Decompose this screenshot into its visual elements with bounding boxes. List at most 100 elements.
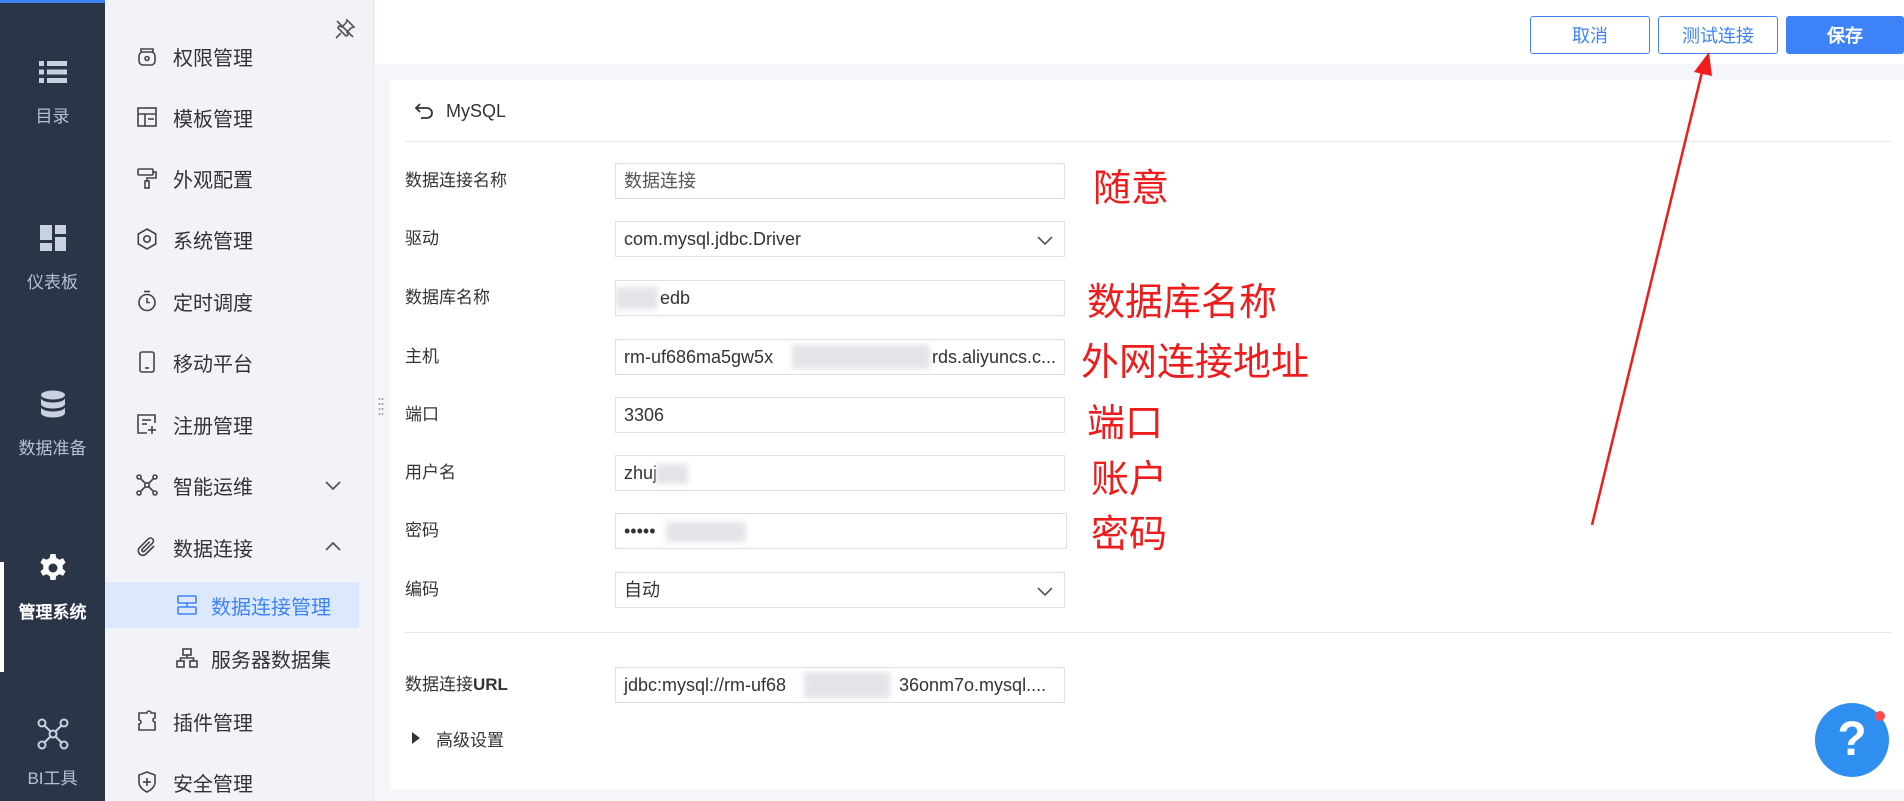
redaction-blur: [666, 522, 746, 542]
help-button[interactable]: ?: [1815, 703, 1889, 777]
menu-item-security[interactable]: 安全管理: [105, 759, 374, 801]
notification-dot: [1875, 711, 1885, 721]
back-to-list[interactable]: MySQL: [414, 96, 506, 126]
annotation-password: 密码: [1091, 512, 1168, 556]
rail-item-label: 管理系统: [18, 603, 87, 622]
rail-item-label: 数据准备: [18, 439, 87, 458]
chevron-down-icon: [1037, 236, 1053, 246]
chevron-down-icon: [325, 481, 341, 491]
menu-sub-label: 数据连接管理: [211, 596, 331, 619]
menu-item-label: 插件管理: [173, 712, 253, 735]
encoding-value: 自动: [624, 580, 660, 600]
driver-value: com.mysql.jdbc.Driver: [624, 229, 802, 249]
menu-item-label: 模板管理: [173, 108, 253, 131]
chevron-down-icon: [1037, 587, 1053, 597]
database-icon: [40, 390, 65, 418]
rail-item-label: BI工具: [27, 769, 78, 788]
connection-name-label: 数据连接名称: [405, 171, 507, 190]
menu-item-mobile[interactable]: 移动平台: [105, 339, 374, 385]
menu-item-label: 移动平台: [173, 353, 253, 376]
advanced-settings-toggle[interactable]: 高级设置: [410, 724, 504, 752]
encoding-select[interactable]: 自动: [615, 572, 1065, 608]
rail-item-bi-tools[interactable]: BI工具: [0, 718, 105, 789]
encoding-label: 编码: [405, 580, 439, 599]
rail-item-data-prep[interactable]: 数据准备: [0, 388, 105, 459]
menu-item-appearance[interactable]: 外观配置: [105, 155, 374, 201]
port-input[interactable]: 3306: [615, 397, 1065, 433]
main-nav-rail: 目录 仪表板 数据准备 管理系统 BI工具: [0, 0, 105, 801]
test-connection-button[interactable]: 测试连接: [1658, 16, 1778, 54]
connection-name-input[interactable]: 数据连接: [615, 163, 1065, 199]
menu-item-scheduling[interactable]: 定时调度: [105, 278, 374, 324]
host-input[interactable]: rm-uf686ma5gw5x rds.aliyuncs.c...: [615, 339, 1065, 375]
connection-manage-icon: [177, 595, 197, 615]
connection-url-label-prefix: 数据连接: [405, 675, 473, 694]
menu-item-smart-ops[interactable]: 智能运维: [105, 462, 374, 508]
annotation-host: 外网连接地址: [1081, 340, 1310, 384]
network-icon: [37, 718, 68, 750]
menu-sub-connection-management[interactable]: 数据连接管理: [105, 582, 359, 628]
shield-icon: [138, 771, 156, 793]
server-dataset-icon: [176, 648, 198, 668]
rail-top-accent: [0, 0, 105, 3]
db-type-label: MySQL: [446, 100, 507, 121]
menu-item-label: 权限管理: [173, 47, 253, 70]
username-label: 用户名: [405, 463, 456, 482]
menu-item-label: 数据连接: [173, 538, 253, 561]
database-name-input[interactable]: edb: [615, 280, 1065, 316]
host-value-end: rds.aliyuncs.c...: [932, 347, 1057, 367]
list-icon: [38, 61, 67, 83]
menu-sub-label: 服务器数据集: [211, 649, 331, 672]
connection-url-input[interactable]: jdbc:mysql://rm-uf68 36onm7o.mysql....: [615, 667, 1065, 703]
gear-icon: [39, 554, 66, 580]
rail-item-catalog[interactable]: 目录: [0, 56, 105, 127]
menu-item-plugins[interactable]: 插件管理: [105, 698, 374, 744]
port-label: 端口: [405, 405, 439, 424]
redaction-blur: [804, 672, 890, 698]
redaction-blur: [792, 345, 930, 369]
username-value: zhuj: [624, 463, 658, 483]
password-label: 密码: [405, 521, 439, 540]
divider: [405, 141, 1891, 142]
mobile-icon: [139, 351, 155, 373]
advanced-settings-label: 高级设置: [436, 730, 504, 750]
menu-item-label: 外观配置: [173, 169, 253, 192]
register-icon: [137, 414, 156, 434]
menu-item-data-connection[interactable]: 数据连接: [105, 524, 374, 570]
annotation-port: 端口: [1087, 401, 1164, 445]
menu-item-templates[interactable]: 模板管理: [105, 94, 374, 140]
redaction-blur: [616, 287, 658, 309]
menu-item-registration[interactable]: 注册管理: [105, 401, 374, 447]
rail-item-label: 仪表板: [27, 273, 78, 292]
settings-icon: [137, 228, 157, 250]
host-label: 主机: [405, 347, 439, 366]
paperclip-icon: [137, 537, 155, 557]
ops-icon: [136, 474, 158, 496]
menu-sub-server-dataset[interactable]: 服务器数据集: [105, 635, 359, 681]
annotation-username: 账户: [1091, 457, 1168, 501]
template-icon: [137, 107, 157, 127]
menu-item-system[interactable]: 系统管理: [105, 216, 374, 262]
driver-select[interactable]: com.mysql.jdbc.Driver: [615, 221, 1065, 257]
caret-right-icon: [412, 732, 420, 744]
database-name-value: edb: [660, 288, 691, 308]
rail-item-label: 目录: [35, 107, 70, 126]
password-input[interactable]: •••••: [615, 513, 1067, 549]
rail-item-dashboard[interactable]: 仪表板: [0, 222, 105, 293]
timer-icon: [138, 290, 156, 312]
save-button[interactable]: 保存: [1786, 16, 1904, 54]
username-input[interactable]: zhuj: [615, 455, 1065, 491]
plugin-icon: [138, 710, 156, 731]
permission-icon: [138, 48, 156, 66]
menu-item-label: 系统管理: [173, 230, 253, 253]
menu-item-label: 定时调度: [173, 292, 253, 315]
back-arrow-icon: [414, 103, 433, 119]
rail-item-admin-system[interactable]: 管理系统: [0, 552, 105, 623]
host-value-start: rm-uf686ma5gw5x: [624, 347, 774, 367]
dashboard-icon: [39, 225, 66, 251]
cancel-button[interactable]: 取消: [1530, 16, 1650, 54]
driver-label: 驱动: [405, 229, 439, 248]
panel-resize-handle[interactable]: [378, 396, 384, 416]
paint-roller-icon: [137, 168, 157, 189]
menu-item-permissions[interactable]: 权限管理: [105, 33, 374, 79]
